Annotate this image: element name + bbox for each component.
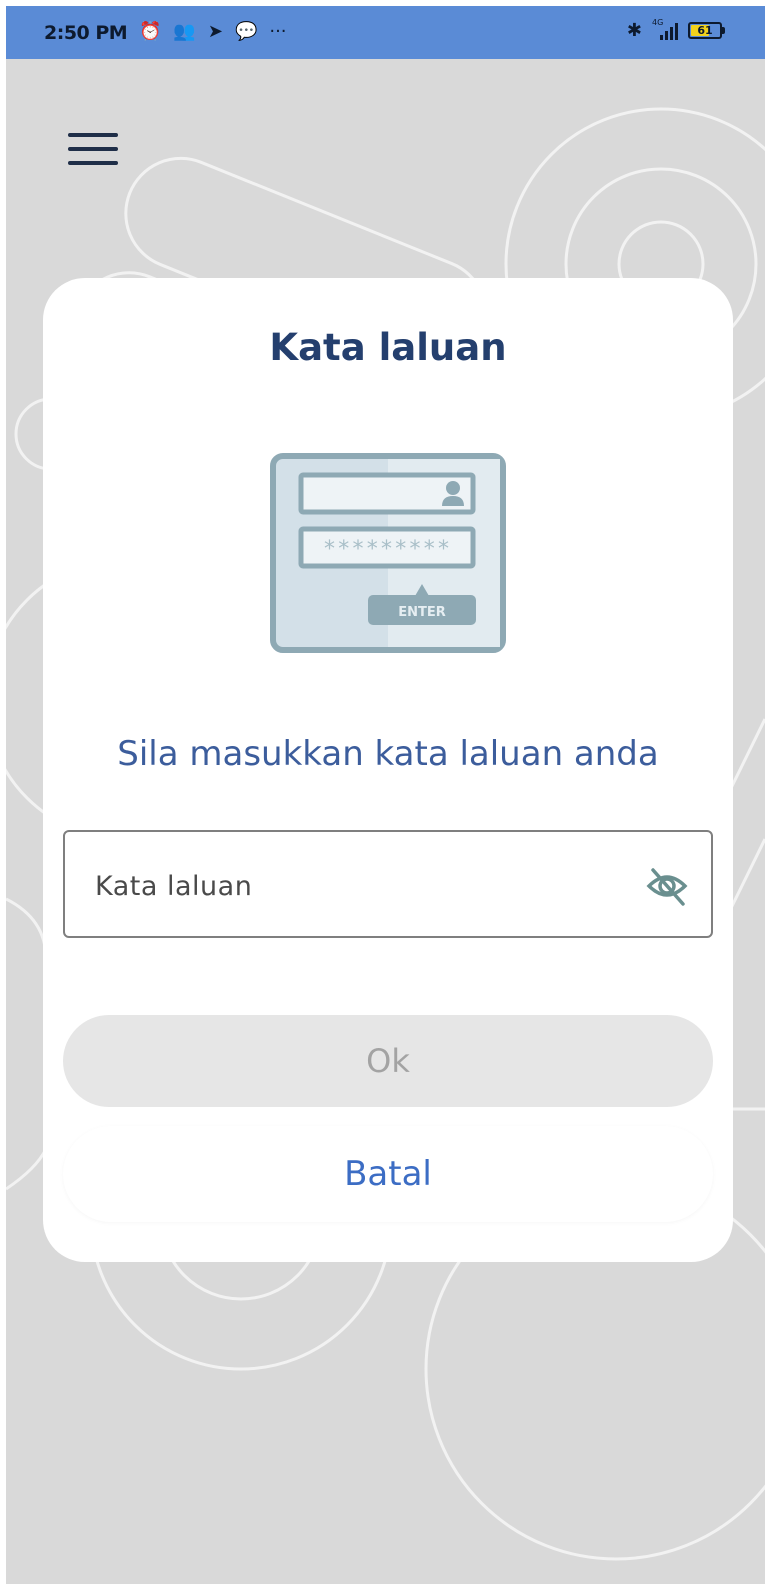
menu-button[interactable]: [68, 133, 118, 173]
ok-button[interactable]: Ok: [63, 1015, 713, 1107]
illustration-password-mask: *********: [323, 537, 451, 562]
status-bar: 2:50 PM ⏰ 👥 ➤ 💬 ··· ✱ 4G 61: [6, 6, 765, 59]
password-field: [63, 830, 713, 938]
dialog-title: Kata laluan: [269, 326, 507, 369]
notification-icons: ⏰ 👥 ➤ 💬 ···: [139, 21, 287, 42]
signal-icon: 4G: [652, 18, 678, 40]
status-time: 2:50 PM: [44, 22, 128, 44]
cancel-button[interactable]: Batal: [63, 1126, 713, 1222]
status-right: ✱ 4G 61: [626, 18, 725, 41]
app-screen: 2:50 PM ⏰ 👥 ➤ 💬 ··· ✱ 4G 61 Kata laluan …: [6, 6, 765, 1584]
network-label: 4G: [652, 17, 664, 27]
password-input[interactable]: [93, 857, 637, 915]
battery-icon: 61: [688, 22, 722, 39]
alarm-icon: ⏰: [139, 21, 162, 42]
telegram-icon: ➤: [207, 21, 223, 42]
dialog-message: Sila masukkan kata laluan anda: [117, 734, 659, 774]
toggle-visibility-icon[interactable]: [645, 864, 689, 908]
password-dialog: Kata laluan ********* ENTER Sila masukka…: [43, 278, 733, 1262]
chat-icon: 💬: [234, 21, 258, 42]
group-icon: 👥: [173, 21, 196, 42]
bluetooth-icon: ✱: [626, 20, 642, 41]
more-icon: ···: [269, 21, 287, 42]
illustration-enter-label: ENTER: [398, 605, 446, 620]
login-illustration-icon: ********* ENTER: [270, 453, 506, 653]
battery-level: 61: [697, 24, 713, 37]
